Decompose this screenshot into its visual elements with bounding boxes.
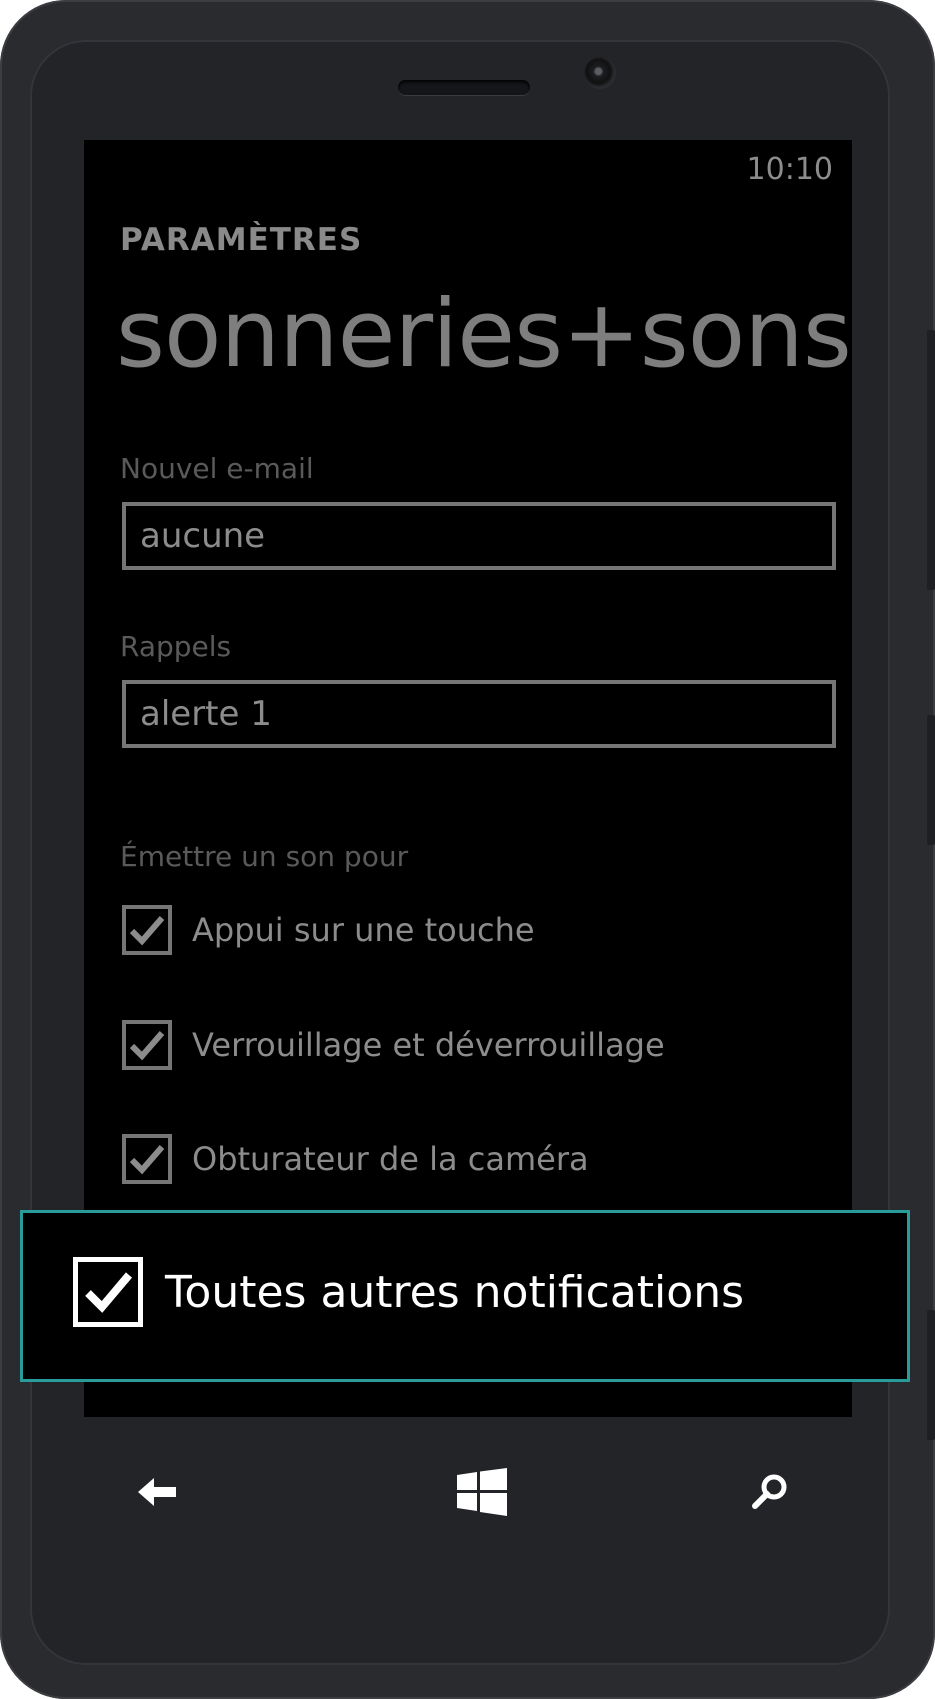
new-email-picker[interactable]: aucune: [122, 502, 836, 570]
sounds-section-label: Émettre un son pour: [120, 840, 409, 873]
checkmark-icon: [129, 1031, 165, 1061]
front-camera: [584, 57, 616, 89]
search-icon: [752, 1474, 787, 1509]
windows-logo-icon: [457, 1468, 507, 1516]
search-button[interactable]: [730, 1452, 810, 1532]
option-lock-unlock-label: Verrouillage et déverrouillage: [192, 1026, 665, 1064]
section-header: PARAMÈTRES: [120, 222, 363, 258]
power-button: [927, 715, 935, 845]
reminders-picker[interactable]: alerte 1: [122, 680, 836, 748]
option-camera-shutter[interactable]: Obturateur de la caméra: [122, 1131, 589, 1187]
option-camera-shutter-label: Obturateur de la caméra: [192, 1140, 589, 1178]
back-arrow-icon: [138, 1478, 176, 1506]
volume-button: [927, 330, 935, 590]
checkbox-lock-unlock[interactable]: [122, 1020, 172, 1070]
checkmark-icon: [129, 916, 165, 946]
start-button[interactable]: [442, 1452, 522, 1532]
checkbox-all-notifications[interactable]: [73, 1257, 143, 1327]
option-lock-unlock[interactable]: Verrouillage et déverrouillage: [122, 1017, 665, 1073]
checkmark-icon: [129, 1145, 165, 1175]
reminders-label: Rappels: [120, 630, 232, 663]
checkbox-key-press[interactable]: [122, 905, 172, 955]
back-button[interactable]: [118, 1452, 198, 1532]
new-email-label: Nouvel e-mail: [120, 452, 314, 485]
highlighted-option-all-notifications[interactable]: Toutes autres notifications: [20, 1210, 910, 1382]
option-key-press[interactable]: Appui sur une touche: [122, 902, 535, 958]
phone-body: 10:10 PARAMÈTRES sonneries+sons Nouvel e…: [0, 0, 935, 1699]
option-key-press-label: Appui sur une touche: [192, 911, 535, 949]
status-time: 10:10: [746, 152, 833, 187]
page-title: sonneries+sons: [116, 280, 852, 389]
camera-button: [927, 1310, 935, 1440]
all-notifications-label: Toutes autres notifications: [165, 1267, 745, 1318]
earpiece-speaker: [398, 80, 530, 95]
checkbox-camera-shutter[interactable]: [122, 1134, 172, 1184]
checkmark-icon: [85, 1272, 133, 1313]
